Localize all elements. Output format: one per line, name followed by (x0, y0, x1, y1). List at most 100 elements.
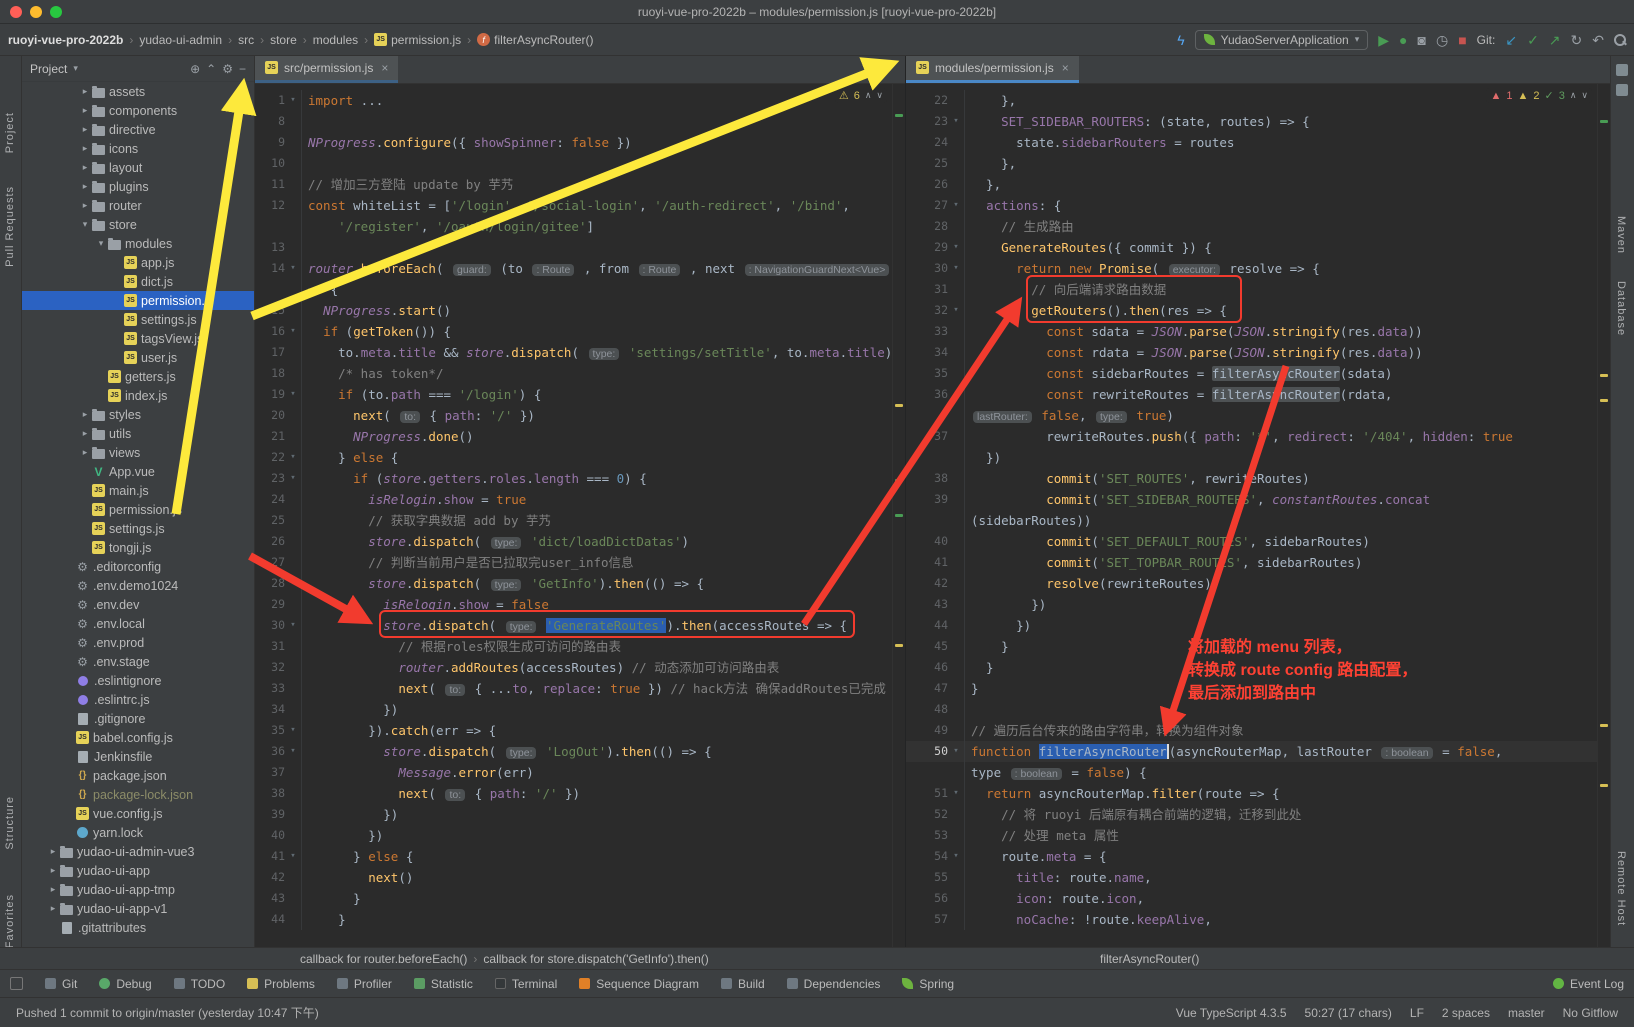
tab-modules-permission-js[interactable]: JS modules/permission.js × (906, 56, 1079, 83)
code-text[interactable]: import ... (301, 90, 905, 111)
code-line[interactable]: 43 }) (906, 594, 1610, 615)
chevron-down-icon[interactable]: ▾ (94, 238, 108, 249)
code-text[interactable]: next( to: { path: '/' }) (301, 405, 905, 426)
code-text[interactable]: getRouters().then(res => { (964, 300, 1610, 321)
code-line[interactable]: (sidebarRoutes)) (906, 510, 1610, 531)
tree-item-store[interactable]: ▾store (22, 215, 254, 234)
code-line[interactable]: 29 isRelogin.show = false (255, 594, 905, 615)
line-number[interactable]: 48 (906, 699, 948, 720)
tool-strip-label-pull-requests[interactable]: Pull Requests (4, 186, 16, 267)
code-line[interactable]: 46 } (906, 657, 1610, 678)
breadcrumb-item[interactable]: JSpermission.js (374, 33, 461, 47)
line-number[interactable]: 33 (906, 321, 948, 342)
tree-item-dict.js[interactable]: JSdict.js (22, 272, 254, 291)
code-line[interactable]: 42 next() (255, 867, 905, 888)
code-text[interactable]: noCache: !route.keepAlive, (964, 909, 1610, 930)
line-number[interactable]: 17 (255, 342, 285, 363)
code-text[interactable]: commit('SET_SIDEBAR_ROUTERS', constantRo… (964, 489, 1610, 510)
code-text[interactable]: // 处理 meta 属性 (964, 825, 1610, 846)
code-line[interactable]: 38 next( to: { path: '/' }) (255, 783, 905, 804)
code-line[interactable]: 10 (255, 153, 905, 174)
line-number[interactable]: 54 (906, 846, 948, 867)
code-text[interactable]: store.dispatch( type: 'LogOut').then(() … (301, 741, 905, 762)
fold-chevron-icon[interactable]: ▾ (285, 846, 301, 867)
git-push-icon[interactable]: ↗ (1549, 33, 1561, 47)
fold-chevron-icon[interactable]: ▾ (285, 258, 301, 279)
code-text[interactable]: commit('SET_ROUTES', rewriteRoutes) (964, 468, 1610, 489)
line-number[interactable]: 36 (906, 384, 948, 405)
code-text[interactable]: const rdata = JSON.parse(JSON.stringify(… (964, 342, 1610, 363)
tool-strip-label-favorites[interactable]: Favorites (4, 894, 16, 948)
code-text[interactable]: NProgress.start() (301, 300, 905, 321)
tool-window-todo[interactable]: TODO (174, 977, 225, 991)
code-text[interactable]: isRelogin.show = true (301, 489, 905, 510)
fold-chevron-icon[interactable]: ▾ (285, 447, 301, 468)
code-text[interactable]: Message.error(err) (301, 762, 905, 783)
line-number[interactable]: 1 (255, 90, 285, 111)
chevron-down-icon[interactable]: ▾ (78, 219, 92, 230)
fold-chevron-icon[interactable]: ▾ (948, 195, 964, 216)
tree-item-layout[interactable]: ▸layout (22, 158, 254, 177)
line-number[interactable]: 27 (255, 552, 285, 573)
tree-item-router[interactable]: ▸router (22, 196, 254, 215)
chevron-right-icon[interactable]: ▸ (46, 865, 60, 876)
code-line[interactable]: 36▾ store.dispatch( type: 'LogOut').then… (255, 741, 905, 762)
next-issue-icon[interactable]: ∨ (1581, 90, 1588, 101)
code-text[interactable]: isRelogin.show = false (301, 594, 905, 615)
tree-item-icons[interactable]: ▸icons (22, 139, 254, 158)
code-line[interactable]: 30▾ store.dispatch( type: 'GenerateRoute… (255, 615, 905, 636)
line-number[interactable]: 28 (255, 573, 285, 594)
tree-item-index.js[interactable]: JSindex.js (22, 386, 254, 405)
inspections-widget-left[interactable]: ⚠ 6 ∧ ∨ (835, 88, 887, 103)
gradle-icon[interactable] (1616, 84, 1628, 96)
code-line[interactable]: 40 commit('SET_DEFAULT_ROUTES', sidebarR… (906, 531, 1610, 552)
fold-chevron-icon[interactable]: ▾ (285, 90, 301, 111)
tree-item-.gitattributes[interactable]: .gitattributes (22, 918, 254, 937)
tree-item-.eslintignore[interactable]: .eslintignore (22, 671, 254, 690)
breadcrumb-item[interactable]: store (270, 33, 297, 47)
code-text[interactable]: store.dispatch( type: 'GetInfo').then(()… (301, 573, 905, 594)
line-number[interactable]: 45 (906, 636, 948, 657)
tree-item-tongji.js[interactable]: JStongji.js (22, 538, 254, 557)
tree-item-permission.js[interactable]: JSpermission.js (22, 291, 254, 310)
code-line[interactable]: 35 const sidebarRoutes = filterAsyncRout… (906, 363, 1610, 384)
line-number[interactable]: 42 (906, 573, 948, 594)
code-line[interactable]: 50▾function filterAsyncRouter(asyncRoute… (906, 741, 1610, 762)
code-text[interactable]: }) (301, 699, 905, 720)
code-line[interactable]: 1▾import ... (255, 90, 905, 111)
code-line[interactable]: 42 resolve(rewriteRoutes) (906, 573, 1610, 594)
line-number[interactable]: 36 (255, 741, 285, 762)
line-number[interactable]: 23 (906, 111, 948, 132)
line-number[interactable]: 26 (255, 531, 285, 552)
prev-issue-icon[interactable]: ∧ (1570, 90, 1577, 101)
tool-window-toggle-icon[interactable] (10, 977, 23, 990)
code-text[interactable]: lastRouter: false, type: true) (964, 405, 1610, 426)
code-line[interactable]: 40 }) (255, 825, 905, 846)
code-line[interactable]: '/register', '/oauth/login/gitee'] (255, 216, 905, 237)
code-line[interactable]: 14▾router.beforeEach( guard: (to : Route… (255, 258, 905, 279)
code-text[interactable]: } else { (301, 447, 905, 468)
fold-chevron-icon[interactable]: ▾ (948, 300, 964, 321)
code-text[interactable]: const whiteList = ['/login', '/social-lo… (301, 195, 905, 216)
code-line[interactable]: 27 // 判断当前用户是否已拉取完user_info信息 (255, 552, 905, 573)
code-text[interactable]: // 遍历后台传来的路由字符串，转换为组件对象 (964, 720, 1610, 741)
line-number[interactable]: 34 (255, 699, 285, 720)
line-number[interactable]: 39 (255, 804, 285, 825)
line-number[interactable]: 31 (255, 636, 285, 657)
code-line[interactable]: 25 }, (906, 153, 1610, 174)
tool-window-dependencies[interactable]: Dependencies (787, 977, 881, 991)
fold-chevron-icon[interactable]: ▾ (948, 111, 964, 132)
line-number[interactable]: 30 (255, 615, 285, 636)
error-stripe-left[interactable] (892, 84, 905, 947)
code-line[interactable]: 49// 遍历后台传来的路由字符串，转换为组件对象 (906, 720, 1610, 741)
line-number[interactable]: 26 (906, 174, 948, 195)
tree-item-.editorconfig[interactable]: ⚙.editorconfig (22, 557, 254, 576)
fold-chevron-icon[interactable]: ▾ (948, 741, 964, 762)
line-number[interactable]: 31 (906, 279, 948, 300)
tree-item-package.json[interactable]: {}package.json (22, 766, 254, 785)
line-number[interactable]: 18 (255, 363, 285, 384)
line-number[interactable]: 15 (255, 300, 285, 321)
tool-window-build[interactable]: Build (721, 977, 765, 991)
code-text[interactable]: }).catch(err => { (301, 720, 905, 741)
tree-item-App.vue[interactable]: VApp.vue (22, 462, 254, 481)
